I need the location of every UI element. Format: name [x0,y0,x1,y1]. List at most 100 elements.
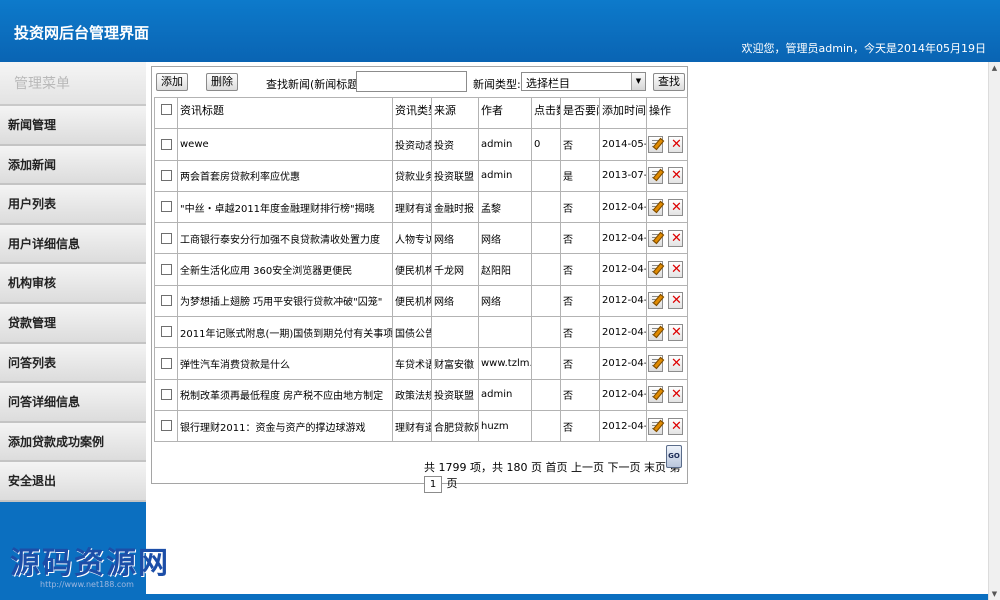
delete-icon[interactable] [668,261,683,279]
row-checkbox[interactable] [161,389,172,401]
sidebar: 管理菜单 新闻管理 添加新闻 用户列表 用户详细信息 机构审核 贷款管理 问答列… [0,62,146,600]
column-header-actions: 操作 [646,96,688,130]
cell-title: 税制改革须再最低程度 房产税不应由地方制定 [177,378,393,411]
column-header-type: 资讯类型 [392,96,432,130]
cell-headline: 否 [560,284,600,318]
edit-icon[interactable] [648,261,663,279]
table-row: 全新生活化应用 360安全浏览器更便民 便民机构 千龙网 赵阳阳 否 2012-… [154,253,688,286]
cell-clicks: 0 [531,128,561,161]
cell-author: 赵阳阳 [478,253,532,286]
delete-icon[interactable] [668,167,683,185]
search-input[interactable] [356,71,467,92]
app-title: 投资网后台管理界面 [14,24,150,42]
chevron-down-icon[interactable]: ▼ [631,73,645,90]
cell-date: 2012-04-28 [599,253,647,286]
edit-icon[interactable] [648,135,663,153]
delete-icon[interactable] [668,417,683,435]
delete-icon[interactable] [668,386,683,404]
cell-source [431,316,479,349]
app-header: 投资网后台管理界面 欢迎您，管理员admin，今天是2014年05月19日 [0,0,1000,62]
cell-title: wewe [177,128,393,161]
cell-actions [646,347,688,380]
sidebar-item-qa-details[interactable]: 问答详细信息 [0,383,146,423]
cell-headline: 否 [560,190,600,224]
sidebar-item-logout[interactable]: 安全退出 [0,462,146,502]
row-checkbox[interactable] [161,201,172,213]
row-checkbox[interactable] [161,169,172,181]
cell-title: 2011年记账式附息(一期)国债到期兑付有关事项的通知 [177,316,393,349]
add-button[interactable]: 添加 [156,73,188,91]
cell-headline: 是 [560,159,600,192]
cell-date: 2012-04-27 [599,284,647,318]
row-checkbox[interactable] [161,138,172,150]
delete-icon[interactable] [668,135,683,153]
select-all-cell [154,96,178,130]
sidebar-item-institution-review[interactable]: 机构审核 [0,264,146,304]
cell-actions [646,284,688,318]
edit-icon[interactable] [648,386,663,404]
row-checkbox[interactable] [161,420,172,432]
cell-actions [646,253,688,286]
sidebar-title: 管理菜单 [0,62,146,106]
table-row: 银行理财2011：资金与资产的撑边球游戏 理财有道 合肥贷款网 huzm 否 2… [154,409,688,443]
sidebar-item-qa-list[interactable]: 问答列表 [0,343,146,384]
news-type-select[interactable]: 选择栏目 ▼ [521,72,646,91]
sidebar-item-news-management[interactable]: 新闻管理 [0,106,146,146]
find-button[interactable]: 查找 [653,73,685,91]
footer-bar [146,594,988,600]
cell-title: 为梦想插上翅膀 巧用平安银行贷款冲破"囚笼" [177,284,393,318]
cell-actions [646,222,688,255]
sidebar-item-loan-management[interactable]: 贷款管理 [0,303,146,344]
delete-icon[interactable] [668,292,683,310]
edit-icon[interactable] [648,323,663,341]
go-button-icon[interactable]: GO [666,445,682,468]
edit-icon[interactable] [648,198,663,216]
scroll-down-arrow-icon[interactable]: ▼ [989,588,1000,600]
row-checkbox[interactable] [161,232,172,244]
page-number-input[interactable]: 1 [424,475,442,493]
edit-icon[interactable] [648,292,663,310]
row-checkbox[interactable] [161,326,172,338]
sidebar-item-user-list[interactable]: 用户列表 [0,185,146,225]
cell-actions [646,128,688,161]
edit-icon[interactable] [648,167,663,185]
delete-button[interactable]: 删除 [206,73,238,91]
cell-date: 2014-05-19 [599,128,647,161]
table-row: 工商银行泰安分行加强不良贷款清收处置力度 人物专访 网络 网络 否 2012-0… [154,222,688,255]
cell-type: 理财有道 [392,190,432,224]
cell-source: 投资联盟 [431,378,479,411]
table-row: 税制改革须再最低程度 房产税不应由地方制定 政策法规 投资联盟 admin 否 … [154,378,688,411]
pagination: 共 1799 项，共 180 页 首页 上一页 下一页 末页 第1 页 [424,459,687,493]
cell-author: 网络 [478,222,532,255]
row-checkbox[interactable] [161,295,172,307]
cell-source: 投资联盟 [431,159,479,192]
cell-type: 贷款业务 [392,159,432,192]
cell-clicks [531,253,561,286]
table-row: wewe 投资动态 投资 admin 0 否 2014-05-19 [154,128,688,161]
cell-author: 网络 [478,284,532,318]
cell-headline: 否 [560,347,600,380]
edit-icon[interactable] [648,229,663,247]
scroll-up-arrow-icon[interactable]: ▲ [989,62,1000,74]
row-checkbox[interactable] [161,263,172,275]
delete-icon[interactable] [668,198,683,216]
select-all-checkbox[interactable] [161,103,172,115]
table-row: 两会首套房贷款利率应优惠 贷款业务 投资联盟 admin 是 2013-07-1… [154,159,688,192]
column-header-author: 作者 [478,96,532,130]
delete-icon[interactable] [668,355,683,373]
vertical-scrollbar[interactable]: ▲ ▼ [988,62,1000,600]
cell-author: admin [478,378,532,411]
pagination-text: 共 1799 项，共 180 页 首页 上一页 下一页 末页 第 [424,461,681,474]
edit-icon[interactable] [648,417,663,435]
delete-icon[interactable] [668,229,683,247]
edit-icon[interactable] [648,355,663,373]
sidebar-item-add-news[interactable]: 添加新闻 [0,145,146,186]
row-checkbox[interactable] [161,357,172,369]
sidebar-item-add-loan-case[interactable]: 添加贷款成功案例 [0,422,146,463]
cell-type: 便民机构 [392,253,432,286]
cell-date: 2012-04-27 [599,316,647,349]
delete-icon[interactable] [668,323,683,341]
cell-headline: 否 [560,222,600,255]
sidebar-item-user-details[interactable]: 用户详细信息 [0,224,146,265]
search-label: 查找新闻(新闻标题): [266,78,367,91]
